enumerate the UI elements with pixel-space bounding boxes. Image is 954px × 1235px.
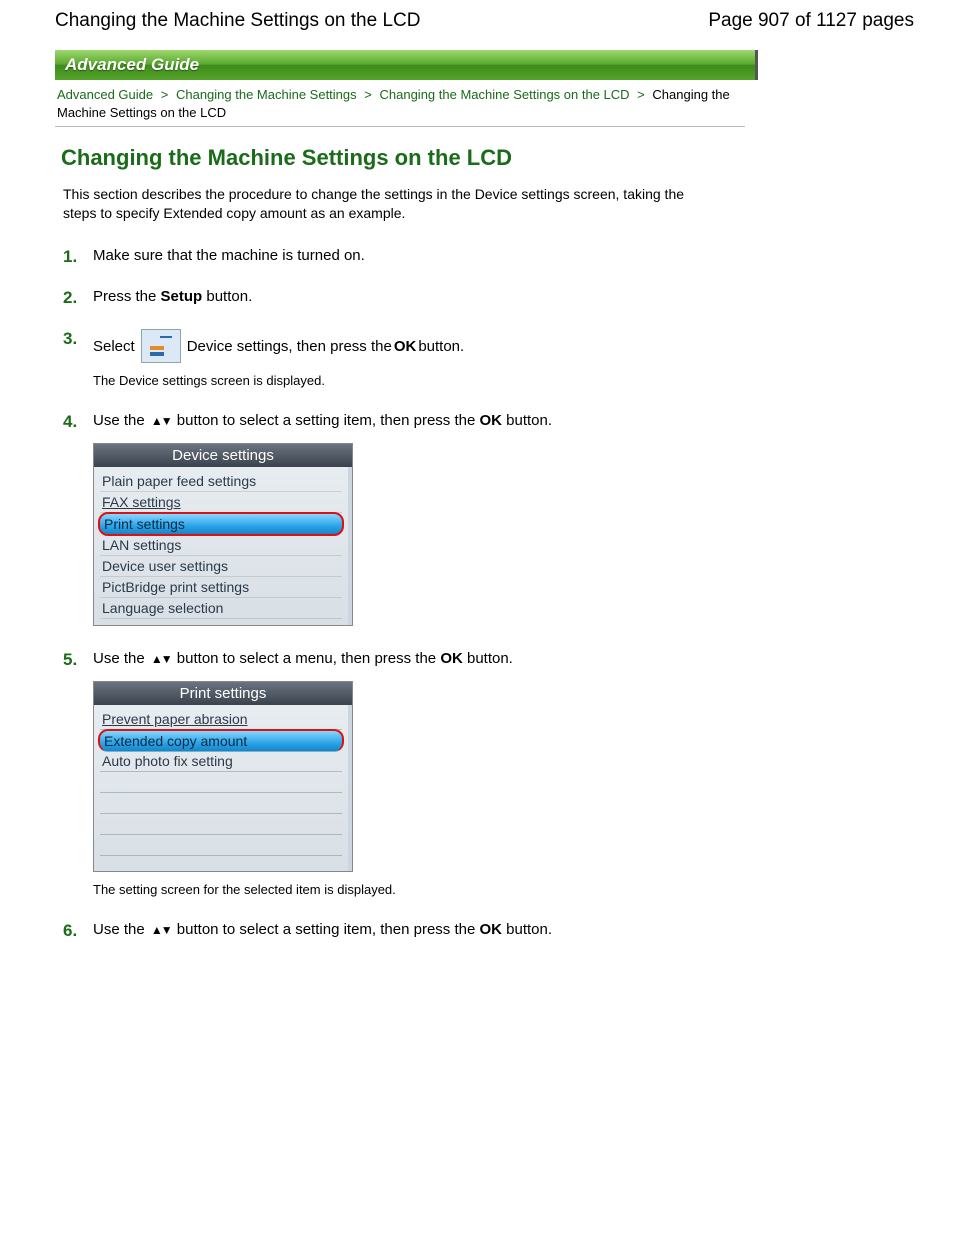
step-3-text-c: button. <box>418 338 464 355</box>
breadcrumb: Advanced Guide > Changing the Machine Se… <box>57 86 747 122</box>
lcd-item: Print settings <box>98 512 344 536</box>
step-1-text: Make sure that the machine is turned on. <box>93 247 365 264</box>
breadcrumb-sep: > <box>161 87 169 102</box>
step-6-text-a: Use the <box>93 921 149 938</box>
up-down-icon: ▲▼ <box>151 652 171 666</box>
step-3-sub: The Device settings screen is displayed. <box>93 373 924 388</box>
step-5: Use the ▲▼ button to select a menu, then… <box>63 650 924 897</box>
advanced-guide-bar: Advanced Guide <box>55 50 758 80</box>
step-6-text-b: button to select a setting item, then pr… <box>173 921 480 938</box>
divider <box>55 126 745 127</box>
lcd-print-settings: Print settings Prevent paper abrasionExt… <box>93 681 353 872</box>
step-5-text-b: button to select a menu, then press the <box>173 650 441 667</box>
step-3: Select Device settings, then press the O… <box>63 329 924 388</box>
step-2: Press the Setup button. <box>63 288 924 305</box>
ok-label: OK <box>394 338 417 355</box>
page-number: Page 907 of 1127 pages <box>708 10 914 32</box>
lcd-item <box>100 772 342 793</box>
step-2-text-c: button. <box>202 288 252 305</box>
up-down-icon: ▲▼ <box>151 923 171 937</box>
step-5-sub: The setting screen for the selected item… <box>93 882 924 897</box>
lcd-item: Device user settings <box>100 556 342 577</box>
step-6: Use the ▲▼ button to select a setting it… <box>63 921 924 938</box>
step-4-text-b: button to select a setting item, then pr… <box>173 412 480 429</box>
lcd-item: Extended copy amount <box>98 729 344 752</box>
lcd-item: FAX settings <box>100 492 342 513</box>
lcd-item <box>100 793 342 814</box>
breadcrumb-link-2[interactable]: Changing the Machine Settings <box>176 87 357 102</box>
intro-text: This section describes the procedure to … <box>63 185 703 223</box>
lcd-item: Plain paper feed settings <box>100 471 342 492</box>
ok-label: OK <box>440 650 463 667</box>
step-1: Make sure that the machine is turned on. <box>63 247 924 264</box>
page-title: Changing the Machine Settings on the LCD <box>61 145 924 171</box>
device-settings-icon <box>141 329 181 363</box>
lcd-item: PictBridge print settings <box>100 577 342 598</box>
lcd-device-settings: Device settings Plain paper feed setting… <box>93 443 353 626</box>
lcd-item: Prevent paper abrasion <box>100 709 342 730</box>
lcd-title: Print settings <box>94 682 352 705</box>
breadcrumb-sep: > <box>637 87 645 102</box>
advanced-guide-bar-label: Advanced Guide <box>65 55 199 75</box>
lcd-body: Prevent paper abrasionExtended copy amou… <box>94 705 352 871</box>
lcd-item: Language selection <box>100 598 342 619</box>
step-4: Use the ▲▼ button to select a setting it… <box>63 412 924 626</box>
step-2-text-a: Press the <box>93 288 161 305</box>
step-3-text-b: Device settings, then press the <box>187 338 392 355</box>
lcd-item: Auto photo fix setting <box>100 751 342 772</box>
header-title: Changing the Machine Settings on the LCD <box>55 10 420 32</box>
ok-label: OK <box>479 921 502 938</box>
step-6-text-c: button. <box>502 921 552 938</box>
setup-label: Setup <box>161 288 203 305</box>
lcd-item <box>100 814 342 835</box>
step-5-text-c: button. <box>463 650 513 667</box>
lcd-item <box>100 835 342 856</box>
step-3-text-a: Select <box>93 338 135 355</box>
up-down-icon: ▲▼ <box>151 414 171 428</box>
lcd-item: LAN settings <box>100 535 342 556</box>
breadcrumb-link-3[interactable]: Changing the Machine Settings on the LCD <box>380 87 630 102</box>
step-4-text-c: button. <box>502 412 552 429</box>
step-5-text-a: Use the <box>93 650 149 667</box>
breadcrumb-sep: > <box>364 87 372 102</box>
breadcrumb-link-1[interactable]: Advanced Guide <box>57 87 153 102</box>
lcd-body: Plain paper feed settingsFAX settingsPri… <box>94 467 352 625</box>
ok-label: OK <box>479 412 502 429</box>
lcd-title: Device settings <box>94 444 352 467</box>
step-4-text-a: Use the <box>93 412 149 429</box>
